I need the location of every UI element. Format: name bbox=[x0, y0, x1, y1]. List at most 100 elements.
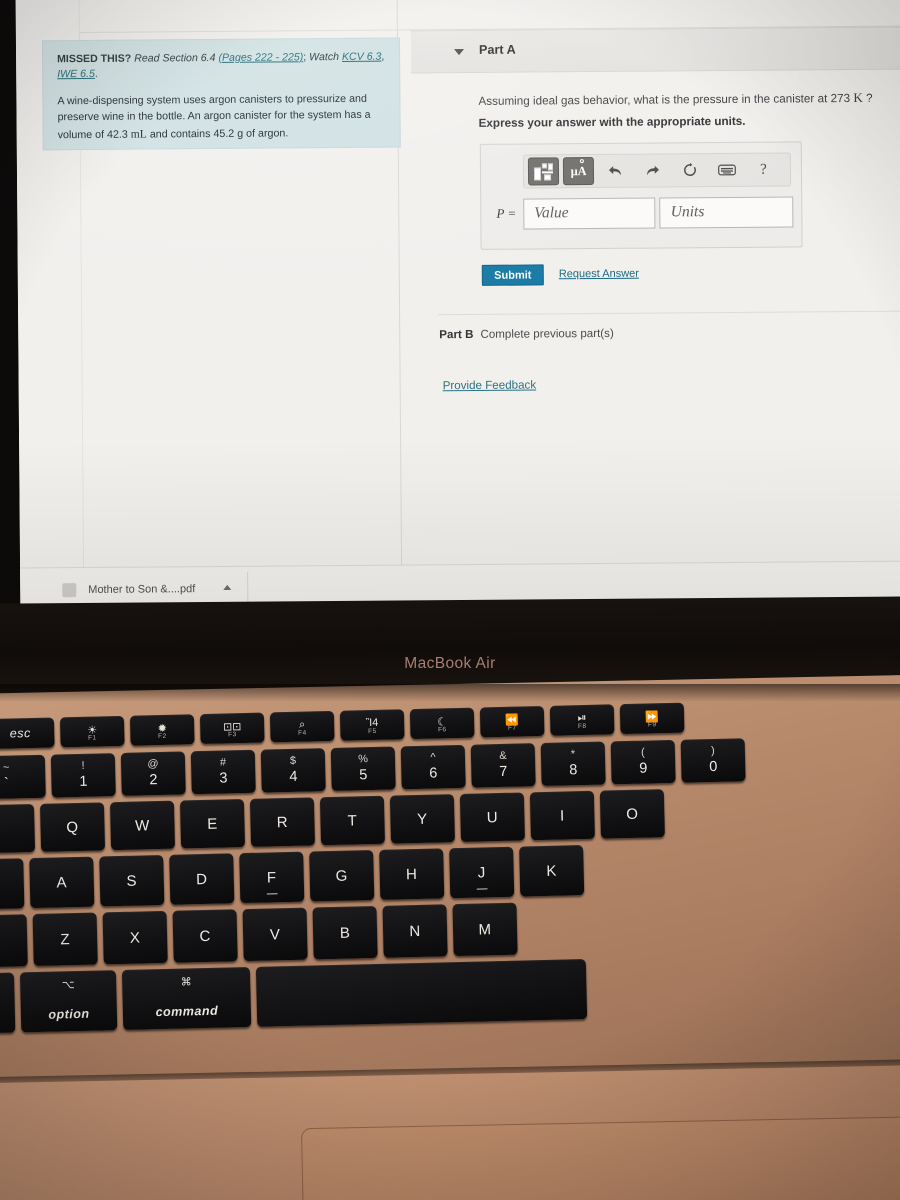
key-v[interactable]: V bbox=[242, 907, 308, 962]
math-template-icon[interactable] bbox=[527, 157, 560, 186]
keyboard-qwerty-row[interactable]: Q W ERTY U I O bbox=[0, 789, 665, 855]
key-4[interactable]: $4 bbox=[260, 748, 326, 793]
key-f8[interactable]: ⏯ F8 bbox=[549, 704, 615, 736]
keyboard-home-row[interactable]: ck A S D F G H J K bbox=[0, 845, 585, 911]
problem-text-after-unit: and contains 45.2 g of argon. bbox=[146, 127, 289, 141]
key-label: B bbox=[339, 924, 351, 942]
key-blank[interactable] bbox=[0, 914, 28, 970]
kcv-link[interactable]: KCV 6.3 bbox=[342, 51, 382, 63]
part-a-title: Part A bbox=[478, 42, 516, 57]
laptop-screen: MISSED THIS? Read Section 6.4 (Pages 222… bbox=[15, 0, 900, 614]
caret-down-icon[interactable] bbox=[454, 49, 465, 56]
undo-arrow-icon[interactable] bbox=[600, 157, 631, 185]
key-shift-label: % bbox=[357, 753, 369, 766]
key-blank[interactable] bbox=[0, 803, 36, 855]
iwe-link[interactable]: IWE 6.5 bbox=[57, 68, 95, 80]
key-f9[interactable]: ⏩ F9 bbox=[619, 702, 685, 735]
key-label: Q bbox=[66, 818, 79, 836]
key-q[interactable]: Q bbox=[39, 802, 106, 852]
key-function-label: F9 bbox=[647, 721, 657, 729]
key-esc[interactable]: esc bbox=[0, 717, 55, 750]
key-2[interactable]: @2 bbox=[120, 751, 186, 796]
key-0[interactable]: ) 0 bbox=[680, 738, 746, 783]
keyboard[interactable]: esc ☀ F1 ✹ F2 ⊡⊡ F3 ⌕ F4 Ἲ4 F5 ☾ F6 ⏪ F7 ⏯ F8 ⏩ F9 ~ `! 1 @2 #… bbox=[0, 678, 900, 1091]
key-f6[interactable]: ☾ F6 bbox=[409, 707, 475, 740]
key-a[interactable]: A bbox=[29, 856, 95, 909]
key-8[interactable]: * 8 bbox=[540, 741, 606, 787]
key-g[interactable]: G bbox=[309, 850, 375, 902]
provide-feedback-link[interactable]: Provide Feedback bbox=[443, 378, 537, 392]
key-f4[interactable]: ⌕ F4 bbox=[269, 710, 335, 743]
reset-circular-arrow-icon[interactable] bbox=[674, 156, 705, 184]
key-shift-label: @ bbox=[147, 758, 159, 771]
key-1[interactable]: ! 1 bbox=[50, 753, 116, 798]
missed-this-hint-box: MISSED THIS? Read Section 6.4 (Pages 222… bbox=[41, 37, 401, 151]
key-f[interactable]: F bbox=[239, 851, 305, 904]
key-b[interactable]: B bbox=[312, 905, 378, 960]
key-f3[interactable]: ⊡⊡ F3 bbox=[199, 712, 265, 745]
key-i[interactable]: I bbox=[529, 790, 595, 841]
hint-reference-line: MISSED THIS? Read Section 6.4 (Pages 222… bbox=[57, 50, 385, 83]
keyboard-modifier-row[interactable]: ⌃ntrol ⌥ option ⌘ command bbox=[0, 959, 588, 1035]
key-blank[interactable] bbox=[255, 959, 588, 1027]
key-label: F bbox=[266, 868, 277, 887]
key-label: W bbox=[134, 816, 151, 835]
key-shift-label: ^ bbox=[430, 751, 436, 764]
key-label: N bbox=[409, 922, 421, 940]
key-label: O bbox=[626, 805, 639, 823]
key-shift-label: & bbox=[499, 749, 507, 763]
key-d[interactable]: D bbox=[169, 853, 235, 905]
key-primary-label: 7 bbox=[499, 763, 508, 781]
pages-link[interactable]: (Pages 222 - 225) bbox=[218, 51, 303, 64]
trackpad[interactable] bbox=[301, 1115, 900, 1200]
key-f7[interactable]: ⏪ F7 bbox=[479, 705, 545, 738]
key-r[interactable]: R bbox=[249, 797, 316, 847]
key-h[interactable]: H bbox=[379, 848, 445, 900]
micro-angstrom-units-icon[interactable]: µA bbox=[562, 157, 595, 186]
key-9[interactable]: (9 bbox=[610, 739, 676, 785]
key-u[interactable]: U bbox=[459, 792, 525, 842]
key-label: esc bbox=[9, 726, 31, 741]
key-label: U bbox=[486, 808, 499, 826]
key-f5[interactable]: Ἲ4 F5 bbox=[339, 709, 405, 741]
key-n[interactable]: N bbox=[382, 904, 448, 958]
key-f1[interactable]: ☀ F1 bbox=[59, 715, 125, 748]
key-c[interactable]: C bbox=[172, 909, 238, 963]
key-ntrol[interactable]: ⌃ntrol bbox=[0, 972, 16, 1035]
part-b-row[interactable]: Part B Complete previous part(s) bbox=[439, 327, 614, 341]
redo-arrow-icon[interactable] bbox=[637, 156, 668, 184]
key-o[interactable]: O bbox=[599, 789, 665, 839]
key-y[interactable]: Y bbox=[389, 794, 455, 844]
part-a-header[interactable]: Part A bbox=[410, 26, 900, 74]
read-section-text: Read Section 6.4 bbox=[134, 51, 216, 65]
answer-panel: µA ? P = Value Units bbox=[479, 141, 803, 250]
key-shift-label: ~ bbox=[2, 761, 10, 774]
key-j[interactable]: J bbox=[449, 846, 515, 899]
key-command[interactable]: ⌘ command bbox=[121, 966, 252, 1030]
request-answer-link[interactable]: Request Answer bbox=[559, 268, 639, 281]
key-w[interactable]: W bbox=[109, 800, 176, 851]
units-input[interactable]: Units bbox=[659, 195, 794, 228]
key-option[interactable]: ⌥ option bbox=[19, 970, 118, 1033]
key-blank[interactable]: ~ ` bbox=[0, 754, 46, 800]
value-input[interactable]: Value bbox=[523, 197, 656, 230]
key-z[interactable]: Z bbox=[32, 912, 98, 967]
key-s[interactable]: S bbox=[99, 854, 165, 907]
caret-up-icon[interactable] bbox=[223, 584, 232, 590]
key-e[interactable]: E bbox=[179, 799, 246, 849]
key-t[interactable]: T bbox=[319, 795, 386, 846]
submit-button[interactable]: Submit bbox=[481, 264, 544, 286]
laptop-photo: MISSED THIS? Read Section 6.4 (Pages 222… bbox=[0, 0, 900, 1200]
help-question-icon[interactable]: ? bbox=[748, 156, 779, 184]
key-x[interactable]: X bbox=[102, 910, 168, 965]
key-7[interactable]: & 7 bbox=[470, 743, 536, 788]
key-6[interactable]: ^ 6 bbox=[400, 744, 466, 790]
keyboard-bottom-letter-row[interactable]: ZXCV B N M bbox=[0, 902, 518, 970]
key-k[interactable]: K bbox=[519, 845, 585, 897]
key-m[interactable]: M bbox=[452, 902, 518, 957]
key-ck[interactable]: ck bbox=[0, 858, 25, 911]
keyboard-icon[interactable] bbox=[711, 156, 742, 184]
key-5[interactable]: % 5 bbox=[330, 746, 396, 791]
key-f2[interactable]: ✹ F2 bbox=[129, 714, 195, 746]
key-3[interactable]: #3 bbox=[190, 749, 256, 795]
